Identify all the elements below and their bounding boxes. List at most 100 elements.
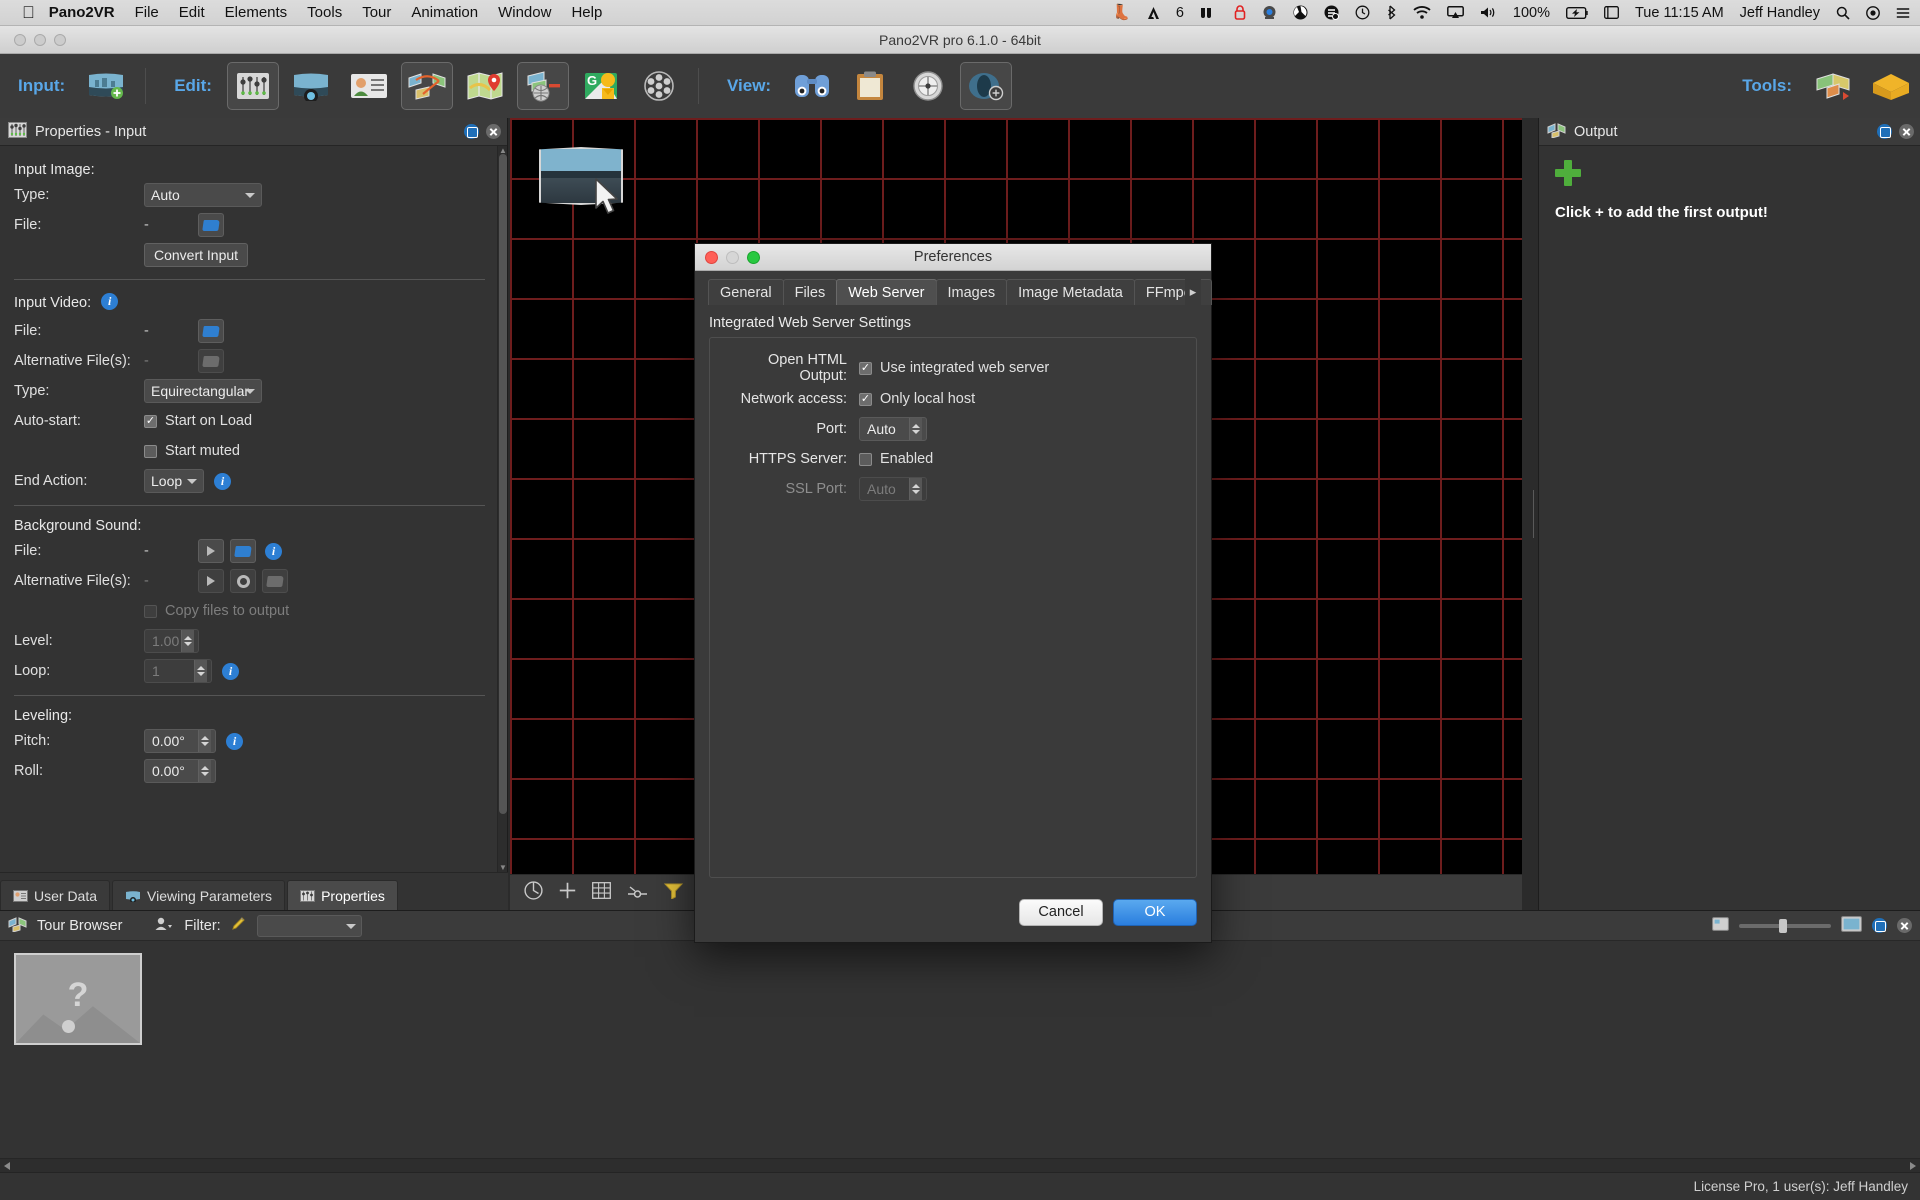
right-splitter-handle[interactable]	[1530, 118, 1537, 910]
pitch-spinner[interactable]: 0.00°	[144, 729, 216, 753]
menu-animation[interactable]: Animation	[411, 4, 478, 21]
siri-icon[interactable]	[1866, 5, 1880, 20]
info-icon[interactable]: i	[101, 292, 119, 310]
user-filter-icon[interactable]	[154, 916, 174, 936]
pref-tab-image-metadata[interactable]: Image Metadata	[1006, 279, 1135, 305]
stepper-arrows-icon[interactable]	[198, 730, 211, 752]
float-panel-button[interactable]	[464, 124, 479, 139]
https-enabled-checkbox[interactable]: ✓	[859, 452, 872, 466]
window-zoom-button[interactable]	[54, 34, 66, 46]
window-controls[interactable]	[14, 34, 66, 46]
float-panel-button[interactable]	[1872, 918, 1887, 933]
menu-tools[interactable]: Tools	[307, 4, 342, 21]
toolbar-viewing-parameters-button[interactable]	[285, 62, 337, 110]
toolbar-patch-tool-button[interactable]	[1807, 62, 1859, 110]
port-spinner[interactable]: Auto	[859, 417, 927, 441]
evernote-icon[interactable]: 👢	[1112, 5, 1131, 20]
close-panel-button[interactable]	[1899, 124, 1914, 139]
tab-user-data[interactable]: User Data	[0, 880, 111, 910]
scroll-down-arrow-icon[interactable]: ▼	[499, 863, 507, 872]
input-video-browse-button[interactable]	[198, 319, 224, 343]
filter-icon[interactable]	[663, 882, 684, 904]
stepper-arrows-icon[interactable]	[181, 630, 194, 652]
menu-elements[interactable]: Elements	[225, 4, 288, 21]
toolbar-skin-editor-button[interactable]	[516, 62, 569, 110]
convert-input-button[interactable]: Convert Input	[144, 243, 249, 267]
input-image-type-select[interactable]: Auto	[144, 183, 262, 207]
menu-file[interactable]: File	[135, 4, 159, 21]
stepper-arrows-icon[interactable]	[909, 478, 922, 500]
dropbox-icon[interactable]	[1293, 5, 1308, 20]
apple-menu-icon[interactable]: 	[22, 4, 35, 21]
info-icon[interactable]: i	[222, 662, 239, 680]
info-icon[interactable]: i	[214, 472, 231, 490]
level-spinner[interactable]: 1.00	[144, 629, 199, 653]
plus-icon[interactable]	[1555, 160, 1581, 186]
timemachine-icon[interactable]	[1355, 5, 1370, 20]
loop-spinner[interactable]: 1	[144, 659, 212, 683]
roll-spinner[interactable]: 0.00°	[144, 759, 216, 783]
start-muted-checkbox[interactable]: ✓	[144, 444, 157, 458]
pref-tab-web-server[interactable]: Web Server	[836, 279, 937, 305]
small-thumbnails-icon[interactable]	[1712, 916, 1729, 935]
menu-help[interactable]: Help	[571, 4, 602, 21]
toolbar-open-input-image-button[interactable]	[80, 62, 132, 110]
adobe-icon[interactable]	[1147, 6, 1160, 20]
dialog-minimize-button[interactable]	[726, 250, 739, 264]
stepper-arrows-icon[interactable]	[198, 760, 211, 782]
tour-browser-horizontal-scrollbar[interactable]	[0, 1158, 1920, 1172]
scroll-left-arrow-icon[interactable]	[4, 1162, 10, 1170]
bg-sound-alt-play-button[interactable]	[198, 569, 224, 593]
input-video-type-select[interactable]: Equirectangular	[144, 379, 262, 403]
scroll-right-arrow-icon[interactable]	[1910, 1162, 1916, 1170]
bluetooth-icon[interactable]	[1386, 5, 1397, 20]
window-minimize-button[interactable]	[34, 34, 46, 46]
chevron-right-icon[interactable]: ▸	[1185, 279, 1201, 305]
menu-app-name[interactable]: Pano2VR	[49, 4, 115, 21]
tab-properties[interactable]: Properties	[287, 880, 398, 910]
float-panel-button[interactable]	[1877, 124, 1892, 139]
menu-user-name[interactable]: Jeff Handley	[1740, 5, 1820, 21]
menu-tour[interactable]: Tour	[362, 4, 391, 21]
bg-sound-play-button[interactable]	[198, 539, 224, 563]
toolbar-viewer-settings-button[interactable]	[902, 62, 954, 110]
notification-center-icon[interactable]	[1604, 6, 1619, 19]
toolbar-map-editor-button[interactable]	[459, 62, 511, 110]
scrollbar-thumb[interactable]	[499, 154, 507, 814]
bg-sound-alt-browse-button[interactable]	[262, 569, 288, 593]
ok-button[interactable]: OK	[1113, 898, 1197, 926]
airplay-icon[interactable]	[1446, 6, 1464, 19]
input-video-alt-browse-button[interactable]	[198, 349, 224, 373]
cancel-button[interactable]: Cancel	[1019, 898, 1103, 926]
start-on-load-checkbox[interactable]: ✓	[144, 414, 157, 428]
sync-icon[interactable]	[1324, 5, 1339, 20]
toolbar-user-data-button[interactable]	[343, 62, 395, 110]
properties-panel-scrollbar[interactable]: ▲ ▼	[497, 146, 507, 872]
pencil-icon[interactable]	[231, 916, 247, 936]
filter-input[interactable]	[256, 914, 362, 937]
battery-charging-icon[interactable]	[1565, 6, 1588, 19]
ssl-port-spinner[interactable]: Auto	[859, 477, 927, 501]
volume-icon[interactable]	[1480, 6, 1497, 19]
info-icon[interactable]: i	[265, 542, 282, 560]
camera-icon[interactable]	[1262, 5, 1277, 20]
preferences-window-controls[interactable]	[705, 250, 760, 264]
input-image-browse-button[interactable]	[198, 213, 224, 237]
pitch-roll-icon[interactable]	[524, 880, 543, 905]
only-local-host-checkbox[interactable]: ✓	[859, 392, 872, 406]
grid-icon[interactable]	[592, 881, 611, 904]
menu-window[interactable]: Window	[498, 4, 551, 21]
pref-tab-images[interactable]: Images	[935, 279, 1008, 305]
close-panel-button[interactable]	[1897, 918, 1912, 933]
pref-tab-general[interactable]: General	[708, 279, 784, 305]
wacom-icon[interactable]	[1200, 7, 1218, 19]
dialog-close-button[interactable]	[705, 250, 718, 264]
lock-icon[interactable]	[1234, 5, 1246, 20]
toolbar-google-street-view-button[interactable]: G	[575, 62, 627, 110]
info-icon[interactable]: i	[226, 732, 243, 750]
search-icon[interactable]	[1836, 6, 1850, 20]
use-integrated-web-server-checkbox[interactable]: ✓	[859, 361, 872, 375]
toolbar-mask-view-button[interactable]	[960, 62, 1013, 110]
crosshair-icon[interactable]	[559, 882, 576, 904]
toolbar-clipboard-output-button[interactable]	[844, 62, 896, 110]
